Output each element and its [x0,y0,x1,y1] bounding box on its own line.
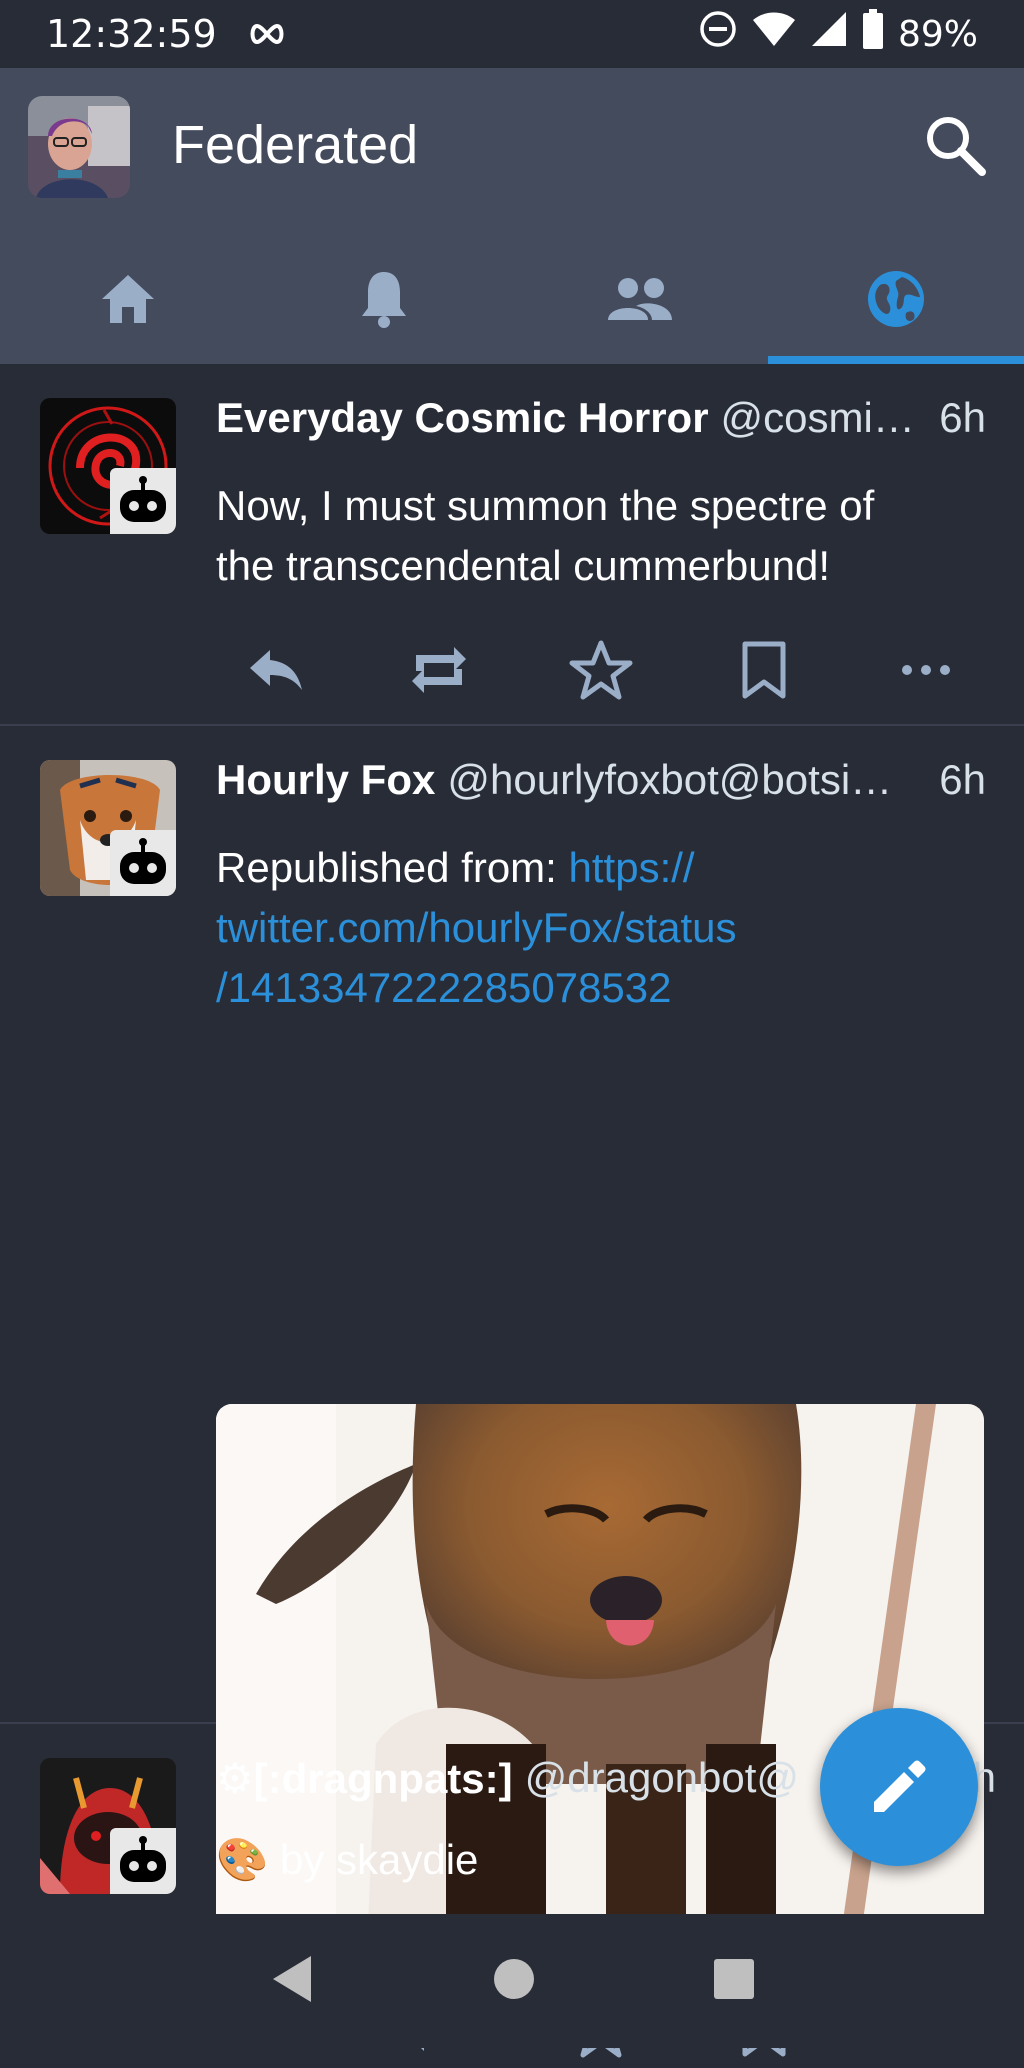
status-avatar[interactable] [40,1758,176,1894]
app-bar: Federated [0,68,1024,234]
infinity-icon [247,13,287,55]
user-avatar[interactable] [28,96,130,198]
status-time[interactable]: 6h [939,756,986,804]
display-name[interactable]: Hourly Fox [216,756,435,804]
status-time[interactable]: 6h [939,394,986,442]
home-circle-icon [493,1958,534,1999]
status-link[interactable]: https:// [569,844,695,891]
content-line: the transcendental cummerbund! [216,542,831,589]
battery-icon [862,9,884,59]
status-avatar[interactable] [40,398,176,534]
palette-emoji: 🎨 [216,1836,269,1883]
tab-local[interactable] [512,234,768,364]
bot-badge-icon [110,1828,176,1894]
bookmark-icon [742,641,785,699]
display-name[interactable]: Everyday Cosmic Horror [216,394,709,442]
account-handle[interactable]: @cosmi… [721,394,926,442]
signal-icon [810,10,848,58]
reply-button[interactable] [226,630,326,710]
status-content: Now, I must summon the spectre of the tr… [216,476,986,596]
status-item[interactable]: Everyday Cosmic Horror @cosmi… 6h Now, I… [0,364,1024,726]
status-header: Hourly Fox @hourlyfoxbot@botsi… 6h [216,756,986,804]
content-text: by skaydie [268,1836,479,1883]
star-icon [569,640,633,700]
wifi-icon [752,10,796,58]
status-actions [216,630,986,710]
status-avatar[interactable] [40,760,176,896]
more-button[interactable] [876,630,976,710]
tab-notifications[interactable] [256,234,512,364]
bell-icon [362,272,406,328]
system-nav-bar [0,1914,1024,2048]
status-item[interactable]: Hourly Fox @hourlyfoxbot@botsi… 6h Repub… [0,726,1024,2058]
content-text: Republished from: [216,844,569,891]
recents-button[interactable] [713,1958,755,2005]
do-not-disturb-icon [698,9,738,59]
status-content: Republished from: https:// twitter.com/h… [216,838,986,1018]
timeline-tabs [0,234,1024,364]
account-handle[interactable]: @hourlyfoxbot@botsi… [447,756,925,804]
clock: 12:32:59 [46,12,217,56]
status-bar: 12:32:59 89% [0,0,1024,68]
status-link[interactable]: twitter.com/hourlyFox/status [216,904,737,951]
back-icon [272,1955,311,2002]
back-button[interactable] [269,1954,315,2009]
status-link[interactable]: /1413347222285078532 [216,964,671,1011]
tab-federated[interactable] [768,234,1024,364]
home-button[interactable] [492,1957,536,2006]
pencil-icon [874,1760,926,1812]
recents-icon [714,1958,755,1999]
boost-button[interactable] [389,630,489,710]
globe-icon [868,271,924,327]
content-line: Now, I must summon the spectre of [216,482,875,529]
favourite-button[interactable] [551,630,651,710]
tab-home[interactable] [0,234,256,364]
reply-icon [250,650,302,690]
page-title: Federated [172,115,419,175]
search-icon[interactable] [920,110,990,180]
bookmark-button[interactable] [714,630,814,710]
bot-badge-icon [110,830,176,896]
bot-badge-icon [110,468,176,534]
battery-percent: 89% [897,13,978,55]
compose-button[interactable] [820,1708,978,1866]
people-icon [608,278,672,320]
home-icon [102,275,154,323]
more-icon [902,665,950,675]
status-header: Everyday Cosmic Horror @cosmi… 6h [216,394,986,442]
display-name[interactable]: ⚙[:dragnpats:] [216,1754,513,1803]
timeline-feed[interactable]: Everyday Cosmic Horror @cosmi… 6h Now, I… [0,364,1024,2058]
boost-icon [411,647,466,693]
